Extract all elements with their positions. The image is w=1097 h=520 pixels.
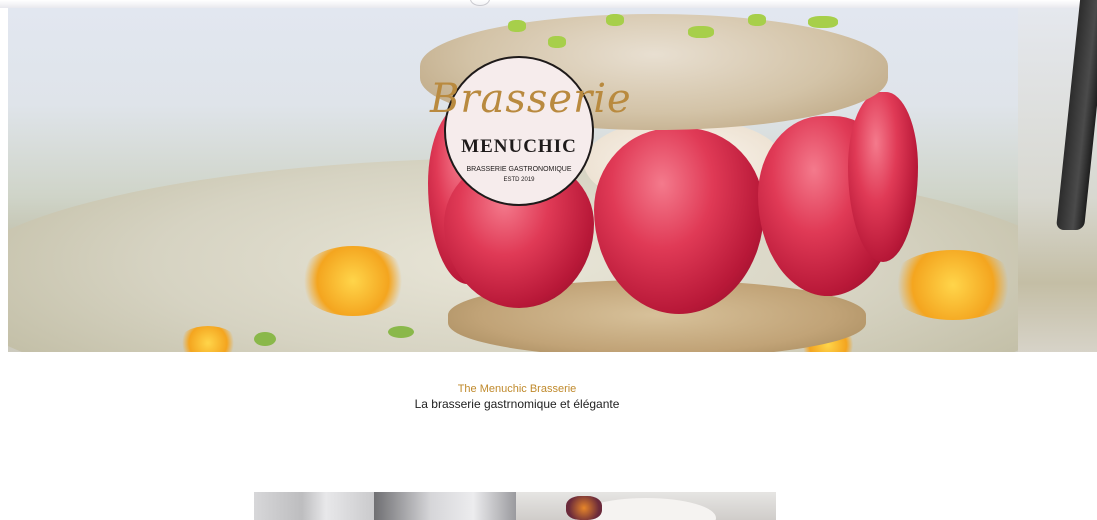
gallery-image[interactable] [516,492,776,520]
pistachio-garnish [548,36,566,48]
logo-established: ESTD 2019 [503,177,535,183]
pistachio-garnish [808,16,838,28]
top-divider [0,0,1097,8]
herb-garnish [254,332,276,346]
sauce-drop [888,250,1018,320]
pistachio-garnish [606,14,624,26]
pistachio-garnish [688,26,714,38]
logo-script-text: Brasserie [430,76,632,122]
herb-garnish [388,326,414,338]
brand-logo[interactable]: Brasserie MENUCHIC BRASSERIE GASTRONOMIQ… [430,56,631,206]
sauce-drop [298,246,408,316]
gallery-image[interactable] [374,492,516,520]
gallery-image[interactable] [254,492,374,520]
intro-block: The Menuchic Brasserie La brasserie gast… [0,382,1034,412]
pistachio-garnish [508,20,526,32]
intro-subtitle: La brasserie gastrnomique et élégante [414,397,620,411]
logo-tagline: BRASSERIE GASTRONOMIQUE [466,166,572,173]
photo-gallery [254,492,776,520]
pistachio-garnish [748,14,766,26]
logo-name-text: MENUCHIC [461,136,577,157]
sauce-drop [178,326,238,352]
intro-title: The Menuchic Brasserie [457,383,577,395]
dish-food [566,496,602,520]
